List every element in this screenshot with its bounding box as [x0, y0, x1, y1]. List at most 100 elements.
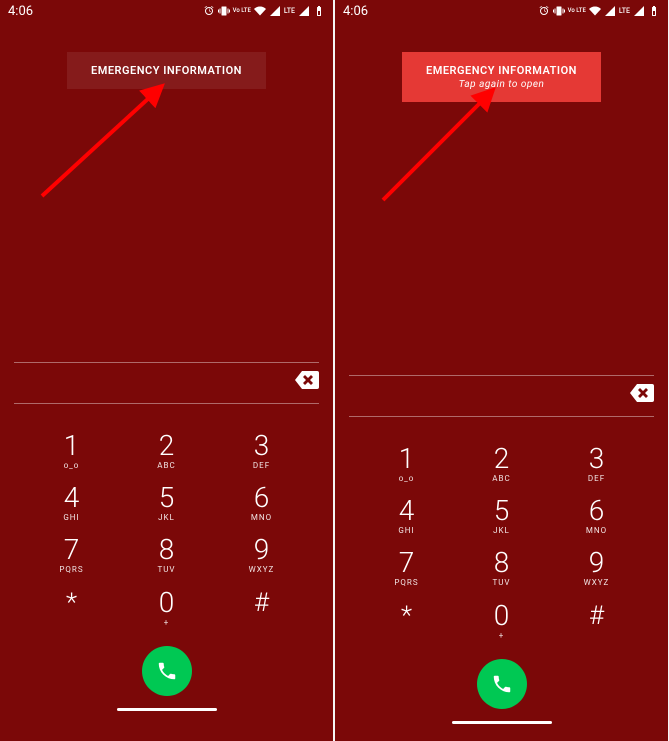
phone-screen-left: 4:06 Vo LTE LTE EMERGENCY INFORMATION 1ᴏ… — [0, 0, 333, 741]
lte-indicator: LTE — [619, 7, 630, 15]
emergency-label: EMERGENCY INFORMATION — [91, 64, 242, 77]
status-icons: Vo LTE LTE — [203, 5, 325, 17]
dialpad-key-8[interactable]: 8TUV — [454, 545, 549, 591]
backspace-icon — [630, 384, 654, 402]
digit: 1 — [24, 432, 119, 460]
wifi-icon — [254, 5, 266, 17]
digit: 6 — [549, 497, 644, 525]
clock-time: 4:06 — [8, 4, 33, 19]
dialpad-key-1[interactable]: 1ᴏ_ᴏ — [359, 441, 454, 487]
letters: + — [119, 618, 214, 627]
dialpad-key-2[interactable]: 2ABC — [119, 428, 214, 474]
dialpad-key-0[interactable]: 0+ — [454, 597, 549, 645]
dialpad-key-5[interactable]: 5JKL — [119, 480, 214, 526]
battery-icon — [648, 5, 660, 17]
digit: 0 — [454, 602, 549, 630]
lte-indicator: LTE — [284, 7, 295, 15]
vibrate-icon — [218, 5, 230, 17]
emergency-information-button[interactable]: EMERGENCY INFORMATION — [67, 52, 266, 89]
dialpad-key-5[interactable]: 5JKL — [454, 493, 549, 539]
letters: DEF — [549, 474, 644, 483]
digit: 4 — [24, 484, 119, 512]
backspace-button[interactable] — [630, 384, 654, 406]
digit: 3 — [214, 432, 309, 460]
backspace-button[interactable] — [295, 371, 319, 393]
home-indicator[interactable] — [452, 721, 552, 724]
letters: ᴏ_ᴏ — [24, 461, 119, 470]
dialpad-key-6[interactable]: 6MNO — [214, 480, 309, 526]
letters: PQRS — [24, 565, 119, 574]
letters: WXYZ — [549, 578, 644, 587]
clock-time: 4:06 — [343, 4, 368, 19]
digit: 3 — [549, 445, 644, 473]
dialpad-key-4[interactable]: 4GHI — [24, 480, 119, 526]
digit: 4 — [359, 497, 454, 525]
dialpad-key-7[interactable]: 7PQRS — [359, 545, 454, 591]
letters: + — [454, 631, 549, 640]
call-button[interactable] — [477, 659, 527, 709]
dialpad-key-4[interactable]: 4GHI — [359, 493, 454, 539]
letters: PQRS — [359, 578, 454, 587]
dialpad-key-9[interactable]: 9WXYZ — [549, 545, 644, 591]
dialpad-key-2[interactable]: 2ABC — [454, 441, 549, 487]
letters: JKL — [454, 526, 549, 535]
dialed-number-display — [349, 352, 654, 376]
dialpad-key-1[interactable]: 1ᴏ_ᴏ — [24, 428, 119, 474]
digit: # — [549, 601, 644, 631]
dialpad-key-6[interactable]: 6MNO — [549, 493, 644, 539]
letters: GHI — [359, 526, 454, 535]
emergency-label: EMERGENCY INFORMATION — [426, 64, 577, 77]
battery-icon — [313, 5, 325, 17]
digit: * — [359, 601, 454, 631]
dialpad-key-#[interactable]: # — [549, 597, 644, 645]
dialpad-right: 1ᴏ_ᴏ2ABC3DEF4GHI5JKL6MNO7PQRS8TUV9WXYZ* … — [335, 425, 668, 645]
status-icons: Vo LTE LTE — [538, 5, 660, 17]
letters: WXYZ — [214, 565, 309, 574]
dialpad-left: 1ᴏ_ᴏ2ABC3DEF4GHI5JKL6MNO7PQRS8TUV9WXYZ* … — [0, 412, 333, 632]
volte-indicator: Vo LTE — [568, 9, 586, 14]
letters: ᴏ_ᴏ — [359, 474, 454, 483]
letters: MNO — [549, 526, 644, 535]
digit: 0 — [119, 589, 214, 617]
wifi-icon — [589, 5, 601, 17]
phone-screen-right: 4:06 Vo LTE LTE EMERGENCY INFORMATION Ta… — [335, 0, 668, 741]
dialpad-key-8[interactable]: 8TUV — [119, 532, 214, 578]
phone-icon — [156, 660, 178, 682]
digit: 2 — [454, 445, 549, 473]
digit: 2 — [119, 432, 214, 460]
alarm-icon — [538, 5, 550, 17]
home-indicator[interactable] — [117, 708, 217, 711]
digit: # — [214, 588, 309, 618]
digit: 9 — [549, 549, 644, 577]
dialpad-key-#[interactable]: # — [214, 584, 309, 632]
digit: * — [24, 588, 119, 618]
letters: MNO — [214, 513, 309, 522]
digit: 9 — [214, 536, 309, 564]
letters: ABC — [454, 474, 549, 483]
dialpad-key-3[interactable]: 3DEF — [549, 441, 644, 487]
dialpad-key-7[interactable]: 7PQRS — [24, 532, 119, 578]
digit: 5 — [454, 497, 549, 525]
digit: 7 — [359, 549, 454, 577]
digit: 5 — [119, 484, 214, 512]
dialed-number-display — [14, 339, 319, 363]
dialpad-key-0[interactable]: 0+ — [119, 584, 214, 632]
dialpad-key-*[interactable]: * — [359, 597, 454, 645]
signal-icon-2 — [298, 5, 310, 17]
letters: JKL — [119, 513, 214, 522]
letters: DEF — [214, 461, 309, 470]
dialpad-key-3[interactable]: 3DEF — [214, 428, 309, 474]
backspace-icon — [295, 371, 319, 389]
digit: 6 — [214, 484, 309, 512]
status-bar: 4:06 Vo LTE LTE — [0, 0, 333, 22]
emergency-information-button-active[interactable]: EMERGENCY INFORMATION Tap again to open — [402, 52, 601, 102]
dialpad-key-*[interactable]: * — [24, 584, 119, 632]
volte-indicator: Vo LTE — [233, 9, 251, 14]
dialpad-key-9[interactable]: 9WXYZ — [214, 532, 309, 578]
alarm-icon — [203, 5, 215, 17]
digit: 7 — [24, 536, 119, 564]
signal-icon — [269, 5, 281, 17]
digit: 8 — [119, 536, 214, 564]
letters: TUV — [119, 565, 214, 574]
call-button[interactable] — [142, 646, 192, 696]
